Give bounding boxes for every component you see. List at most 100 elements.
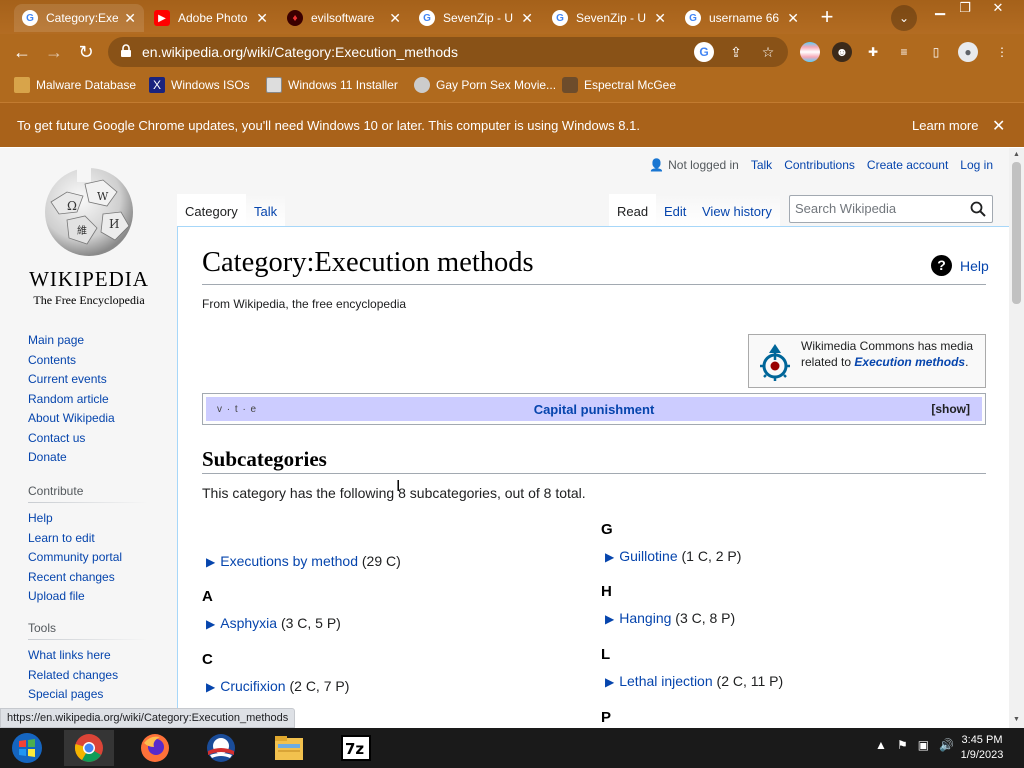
create-account-link[interactable]: Create account	[867, 158, 948, 172]
bookmark-windows-11-installer[interactable]: Windows 11 Installer	[266, 75, 398, 95]
tab-talk[interactable]: Talk	[246, 194, 286, 226]
tab-edit[interactable]: Edit	[656, 194, 695, 226]
7zip-icon[interactable]: 7z	[331, 730, 381, 766]
close-tab-icon[interactable]: ✕	[654, 10, 666, 27]
sidebar-item-related-changes[interactable]: Related changes	[28, 666, 148, 686]
text-cursor-icon: I	[396, 478, 401, 495]
share-icon[interactable]: ⇪	[726, 42, 746, 62]
obama-icon[interactable]	[196, 730, 246, 766]
sidebar-item-special-pages[interactable]: Special pages	[28, 685, 148, 705]
tab-evilsoftware[interactable]: ♦ evilsoftware ✕	[279, 4, 409, 32]
expand-triangle-icon[interactable]: ▶	[605, 675, 614, 689]
menu-kebab-icon[interactable]: ⋮	[992, 42, 1012, 62]
talk-link[interactable]: Talk	[751, 158, 772, 172]
sidebar-item-recent-changes[interactable]: Recent changes	[28, 568, 148, 588]
back-icon[interactable]: ←	[10, 40, 34, 64]
close-tab-icon[interactable]: ✕	[521, 10, 533, 27]
commons-link[interactable]: Execution methods	[854, 355, 965, 369]
sidebar-item-contact[interactable]: Contact us	[28, 429, 115, 449]
tab-view-history[interactable]: View history	[694, 194, 780, 226]
action-center-flag-icon[interactable]: ⚑	[897, 738, 908, 752]
tab-adobe-photo[interactable]: ▶ Adobe Photo ✕	[146, 4, 276, 32]
address-bar[interactable]: en.wikipedia.org/wiki/Category:Execution…	[108, 37, 788, 67]
expand-triangle-icon[interactable]: ▶	[206, 555, 215, 569]
show-hidden-icons-icon[interactable]: ▲	[875, 738, 887, 752]
search-input[interactable]	[795, 201, 965, 216]
close-tab-icon[interactable]: ✕	[787, 10, 799, 27]
navbox-title[interactable]: Capital punishment	[206, 402, 982, 417]
sidebar-item-donate[interactable]: Donate	[28, 448, 115, 468]
bookmark-movie[interactable]: Gay Porn Sex Movie...	[414, 75, 556, 95]
category-link[interactable]: Guillotine	[619, 548, 677, 564]
close-tab-icon[interactable]: ✕	[124, 10, 136, 27]
close-tab-icon[interactable]: ✕	[389, 10, 401, 27]
sidebar-item-random-article[interactable]: Random article	[28, 390, 115, 410]
bookmark-star-icon[interactable]: ☆	[758, 42, 778, 62]
network-icon[interactable]: ▣	[918, 738, 929, 752]
wikipedia-logo[interactable]: Ω W И 維 WIKIPEDIA The Free Encyclopedia	[28, 162, 150, 307]
tab-username[interactable]: G username 66 ✕	[677, 4, 807, 32]
sidebar-item-contents[interactable]: Contents	[28, 351, 115, 371]
contributions-link[interactable]: Contributions	[784, 158, 855, 172]
bookmark-malware-database[interactable]: Malware Database	[14, 75, 136, 95]
scroll-up-icon[interactable]: ▲	[1012, 151, 1021, 160]
close-window-icon[interactable]: ✕	[984, 0, 1012, 18]
avatar-extension-icon[interactable]: ☻	[832, 42, 852, 62]
extensions-puzzle-icon[interactable]: ✚	[863, 42, 883, 62]
tab-search-icon[interactable]: ⌄	[891, 5, 917, 31]
category-link[interactable]: Executions by method	[220, 553, 358, 569]
google-icon: G	[552, 10, 568, 26]
sidebar-item-help[interactable]: Help	[28, 509, 148, 529]
chrome-icon[interactable]	[64, 730, 114, 766]
sidebar-item-community-portal[interactable]: Community portal	[28, 548, 148, 568]
profile-avatar-icon[interactable]: ●	[958, 42, 978, 62]
expand-triangle-icon[interactable]: ▶	[605, 550, 614, 564]
tab-category-execution[interactable]: G Category:Exe ✕	[14, 4, 144, 32]
sidebar-item-about[interactable]: About Wikipedia	[28, 409, 115, 429]
file-explorer-icon[interactable]	[264, 730, 314, 766]
forward-icon[interactable]: →	[42, 40, 66, 64]
start-icon[interactable]	[2, 730, 52, 766]
tab-sevenzip-2[interactable]: G SevenZip - U ✕	[544, 4, 674, 32]
sidebar-item-upload-file[interactable]: Upload file	[28, 587, 148, 607]
category-link[interactable]: Lethal injection	[619, 673, 712, 689]
close-tab-icon[interactable]: ✕	[256, 10, 268, 27]
reload-icon[interactable]: ↻	[74, 40, 98, 64]
expand-triangle-icon[interactable]: ▶	[206, 617, 215, 631]
bookmark-espectral-mcgee[interactable]: Espectral McGee	[562, 75, 676, 95]
sidebar-item-learn-to-edit[interactable]: Learn to edit	[28, 529, 148, 549]
sidebar-item-main-page[interactable]: Main page	[28, 331, 115, 351]
list-item: ▶ Asphyxia (3 C, 5 P)	[206, 615, 341, 631]
minimize-icon[interactable]: ▁	[926, 0, 954, 18]
category-link[interactable]: Hanging	[619, 610, 671, 626]
scroll-down-icon[interactable]: ▼	[1012, 716, 1021, 725]
firefox-icon[interactable]	[130, 730, 180, 766]
search-icon[interactable]	[970, 201, 986, 217]
tab-sevenzip-1[interactable]: G SevenZip - U ✕	[411, 4, 541, 32]
new-tab-button[interactable]: +	[815, 6, 839, 30]
category-link[interactable]: Crucifixion	[220, 678, 285, 694]
face-icon	[562, 77, 578, 93]
scroll-thumb[interactable]	[1012, 162, 1021, 304]
close-infobar-icon[interactable]: ✕	[992, 116, 1005, 136]
sidebar-item-what-links-here[interactable]: What links here	[28, 646, 148, 666]
help-link[interactable]: ? Help	[931, 255, 989, 276]
log-in-link[interactable]: Log in	[960, 158, 993, 172]
expand-triangle-icon[interactable]: ▶	[605, 612, 614, 626]
taskbar-clock[interactable]: 3:45 PM 1/9/2023	[954, 733, 1010, 763]
volume-icon[interactable]: 🔊	[939, 738, 954, 752]
flag-extension-icon[interactable]	[800, 42, 820, 62]
tab-category[interactable]: Category	[177, 194, 246, 226]
restore-icon[interactable]: ❐	[951, 0, 979, 18]
tab-read[interactable]: Read	[609, 194, 657, 226]
category-link[interactable]: Asphyxia	[220, 615, 277, 631]
google-lens-icon[interactable]: G	[694, 42, 714, 62]
navbox-show-button[interactable]: [show]	[931, 402, 970, 416]
bookmark-windows-isos[interactable]: X Windows ISOs	[149, 75, 250, 95]
sidebar-item-current-events[interactable]: Current events	[28, 370, 115, 390]
reading-list-icon[interactable]: ≡	[894, 42, 914, 62]
side-panel-icon[interactable]: ▯	[926, 42, 946, 62]
page-scrollbar[interactable]: ▲ ▼	[1009, 148, 1024, 728]
learn-more-link[interactable]: Learn more	[912, 118, 978, 133]
expand-triangle-icon[interactable]: ▶	[206, 680, 215, 694]
